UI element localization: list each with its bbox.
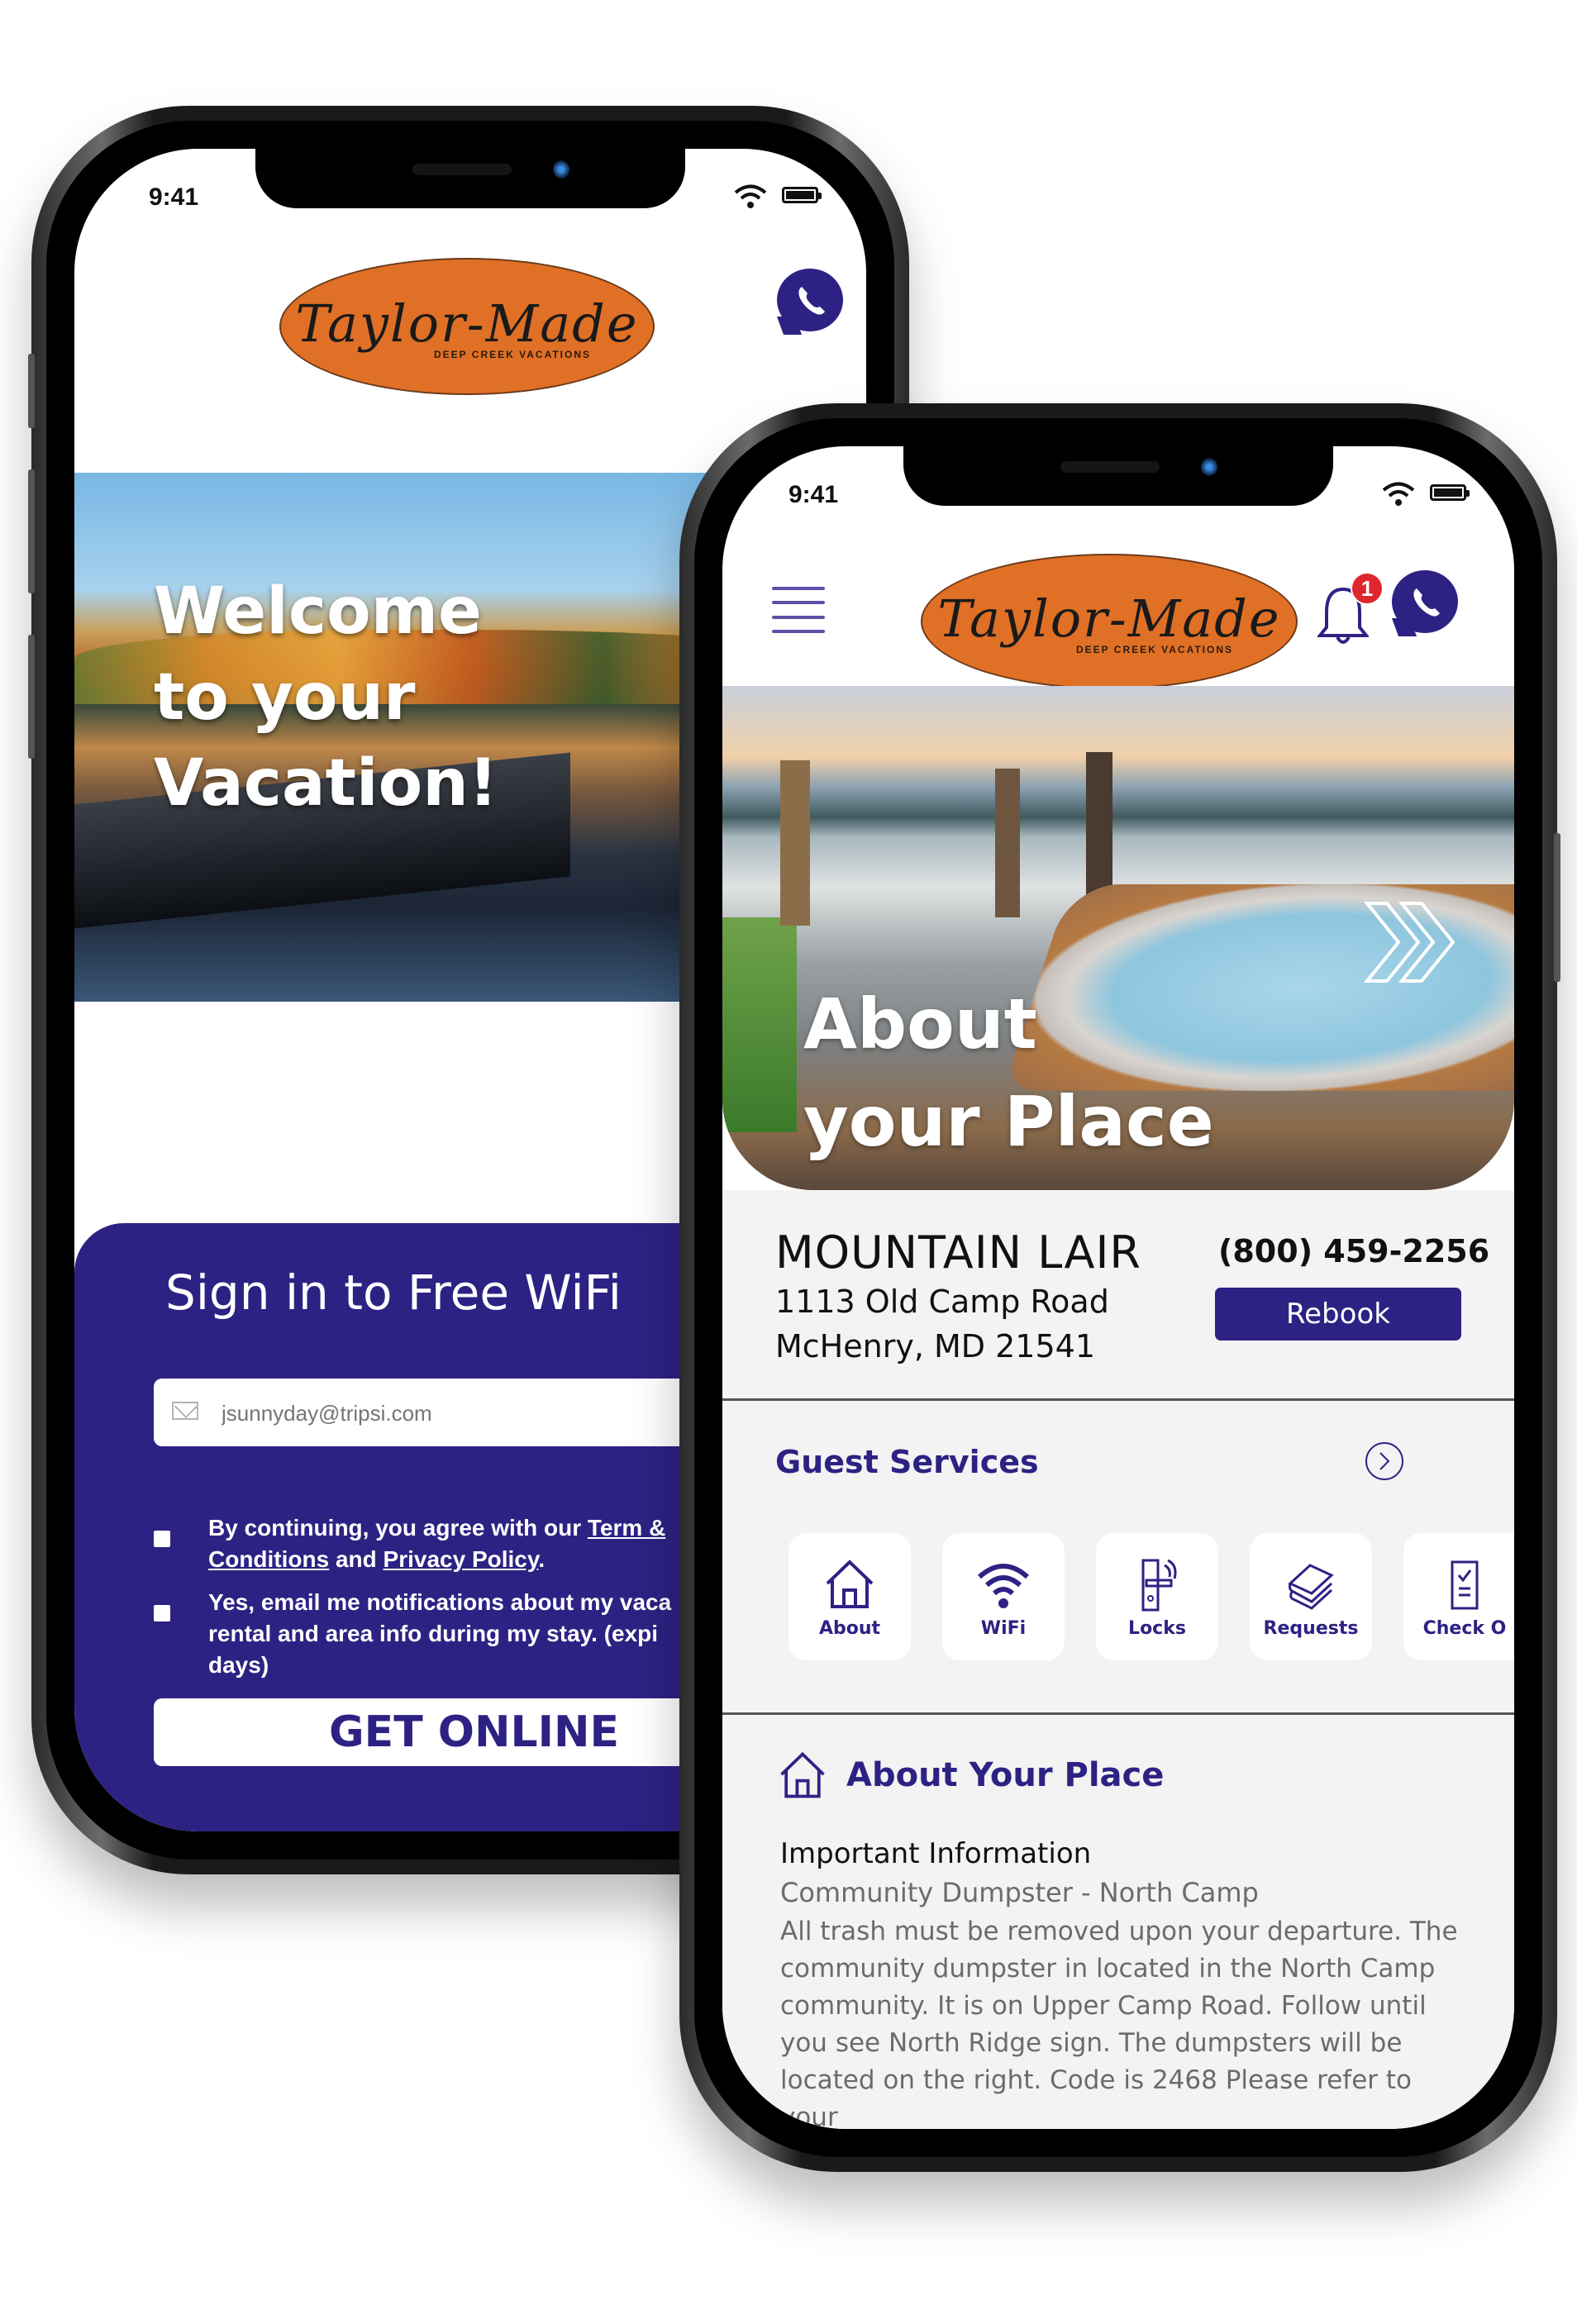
address-line-1: 1113 Old Camp Road bbox=[775, 1283, 1109, 1320]
property-address: 1113 Old Camp Road McHenry, MD 21541 bbox=[775, 1279, 1109, 1369]
notch bbox=[903, 446, 1333, 506]
smart-lock-icon bbox=[1141, 1559, 1177, 1611]
brand-logo[interactable]: Taylor-Made DEEP CREEK VACATIONS bbox=[279, 258, 655, 395]
status-time: 9:41 bbox=[149, 183, 199, 211]
about-your-place-heading: About your Place bbox=[803, 975, 1214, 1170]
guest-services-tiles: About WiFi Locks Requests Check O bbox=[788, 1533, 1514, 1660]
property-info: MOUNTAIN LAIR 1113 Old Camp Road McHenry… bbox=[722, 1190, 1514, 1398]
wifi-status-icon bbox=[734, 184, 767, 208]
hero-post bbox=[780, 760, 810, 926]
privacy-policy-link[interactable]: Privacy Policy bbox=[384, 1546, 539, 1572]
property-phone[interactable]: (800) 459-2256 bbox=[1218, 1233, 1489, 1269]
speaker bbox=[412, 164, 512, 175]
camera bbox=[1201, 458, 1217, 476]
house-icon bbox=[826, 1559, 874, 1608]
battery-icon bbox=[782, 187, 822, 203]
chevron-right-circle-icon[interactable] bbox=[1365, 1442, 1403, 1480]
call-chat-icon[interactable] bbox=[1392, 570, 1458, 633]
mail-icon bbox=[172, 1402, 198, 1420]
guest-services-title: Guest Services bbox=[775, 1444, 1039, 1480]
terms-text: By continuing, you agree with our Term &… bbox=[208, 1512, 665, 1575]
info-item-body: All trash must be removed upon your depa… bbox=[780, 1917, 1458, 2129]
welcome-heading: Welcome to your Vacation! bbox=[154, 569, 498, 826]
call-chat-icon[interactable] bbox=[777, 269, 843, 331]
checklist-icon bbox=[1451, 1560, 1479, 1609]
terms-text-line1: By continuing, you agree with our bbox=[208, 1515, 582, 1541]
brand-logo[interactable]: Taylor-Made DEEP CREEK VACATIONS bbox=[921, 554, 1298, 689]
bezel: 9:41 Taylor-Made DEEP CREEK VACATIONS 1 bbox=[694, 418, 1542, 2157]
tile-label: WiFi bbox=[980, 1617, 1027, 1639]
notification-badge: 1 bbox=[1351, 572, 1384, 605]
power-button bbox=[1554, 833, 1560, 982]
status-time: 9:41 bbox=[788, 481, 839, 508]
terms-and: and bbox=[329, 1546, 384, 1572]
logo-subtitle: DEEP CREEK VACATIONS bbox=[433, 348, 592, 360]
property-name: MOUNTAIN LAIR bbox=[775, 1226, 1141, 1279]
terms-link-cont[interactable]: Conditions bbox=[208, 1546, 329, 1572]
house-icon bbox=[780, 1751, 825, 1798]
volume-down-button bbox=[28, 635, 35, 759]
service-tile-checkout[interactable]: Check O bbox=[1403, 1533, 1514, 1660]
optin-line-3: days) bbox=[208, 1652, 269, 1678]
notch bbox=[255, 149, 685, 208]
hero-line-2: your Place bbox=[803, 1081, 1214, 1162]
welcome-line-2: to your bbox=[154, 660, 416, 735]
tile-label: About bbox=[818, 1617, 881, 1639]
about-section-title: About Your Place bbox=[846, 1756, 1165, 1794]
notifications-optin-row: Yes, email me notifications about my vac… bbox=[154, 1587, 671, 1681]
terms-period: . bbox=[538, 1546, 546, 1572]
battery-icon bbox=[1430, 484, 1470, 501]
logo-subtitle: DEEP CREEK VACATIONS bbox=[1075, 643, 1234, 655]
service-tile-about[interactable]: About bbox=[788, 1533, 911, 1660]
about-your-place-section: About Your Place Important Information C… bbox=[722, 1715, 1514, 2129]
notifications-text: Yes, email me notifications about my vac… bbox=[208, 1587, 671, 1681]
address-line-2: McHenry, MD 21541 bbox=[775, 1328, 1095, 1364]
tile-label: Requests bbox=[1263, 1617, 1359, 1639]
important-info-title: Important Information bbox=[780, 1837, 1092, 1870]
optin-line-2: rental and area info during my stay. (ex… bbox=[208, 1621, 659, 1646]
service-tile-locks[interactable]: Locks bbox=[1096, 1533, 1218, 1660]
service-tile-requests[interactable]: Requests bbox=[1250, 1533, 1372, 1660]
camera bbox=[553, 160, 569, 179]
optin-line-1: Yes, email me notifications about my vac… bbox=[208, 1589, 672, 1615]
menu-icon[interactable] bbox=[772, 587, 825, 633]
terms-consent-row: By continuing, you agree with our Term &… bbox=[154, 1512, 665, 1575]
volume-up-button bbox=[28, 469, 35, 593]
terms-link[interactable]: Term & bbox=[588, 1515, 665, 1541]
notifications-checkbox[interactable] bbox=[154, 1605, 170, 1622]
phone-mockup-property: 9:41 Taylor-Made DEEP CREEK VACATIONS 1 bbox=[679, 403, 1560, 2172]
rebook-button[interactable]: Rebook bbox=[1215, 1288, 1461, 1341]
side-button bbox=[28, 354, 35, 428]
wifi-icon bbox=[977, 1563, 1030, 1608]
service-tile-wifi[interactable]: WiFi bbox=[942, 1533, 1065, 1660]
tile-label: Locks bbox=[1128, 1617, 1186, 1639]
speaker bbox=[1060, 461, 1160, 473]
hero-line-1: About bbox=[803, 983, 1037, 1064]
hero-grass bbox=[722, 917, 797, 1132]
wifi-status-icon bbox=[1382, 482, 1415, 506]
towels-icon bbox=[1288, 1563, 1334, 1610]
guest-services-section: Guest Services About WiFi Locks Requests… bbox=[722, 1401, 1514, 1713]
signin-title: Sign in to Free WiFi bbox=[165, 1264, 622, 1321]
logo-script: Taylor-Made bbox=[937, 588, 1281, 649]
property-screen: 9:41 Taylor-Made DEEP CREEK VACATIONS 1 bbox=[722, 446, 1514, 2129]
terms-checkbox[interactable] bbox=[154, 1531, 170, 1547]
welcome-line-3: Vacation! bbox=[154, 746, 498, 821]
welcome-line-1: Welcome bbox=[154, 574, 482, 649]
about-section-header: About Your Place bbox=[775, 1748, 1164, 1803]
double-chevron-right-icon[interactable] bbox=[1359, 897, 1466, 988]
tile-label: Check O bbox=[1422, 1617, 1507, 1639]
hero-post bbox=[995, 769, 1020, 917]
logo-script: Taylor-Made bbox=[295, 293, 639, 354]
info-item-title: Community Dumpster - North Camp bbox=[780, 1877, 1259, 1908]
